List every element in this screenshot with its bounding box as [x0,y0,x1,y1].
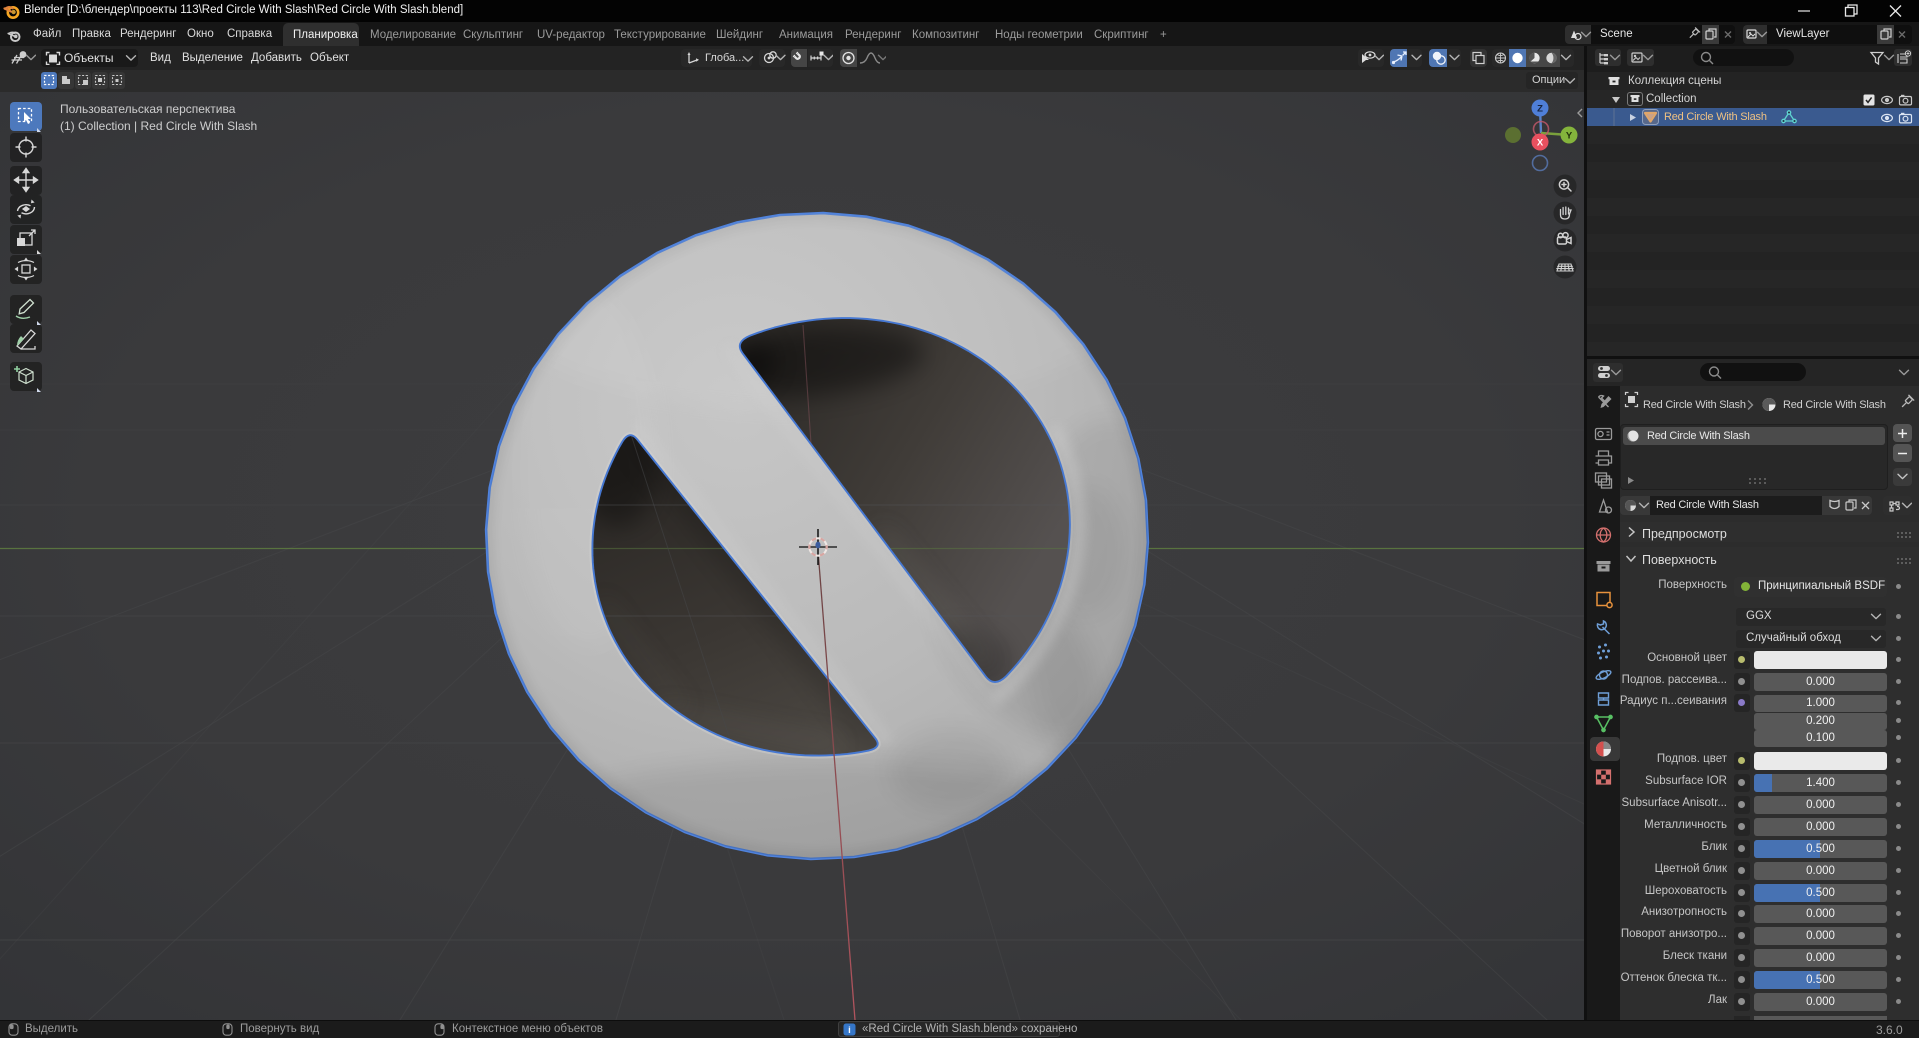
svg-text:Y: Y [1566,131,1573,142]
svg-text:i: i [848,1025,851,1036]
svg-text:Z: Z [1537,104,1543,115]
svg-text:X: X [1537,138,1544,149]
